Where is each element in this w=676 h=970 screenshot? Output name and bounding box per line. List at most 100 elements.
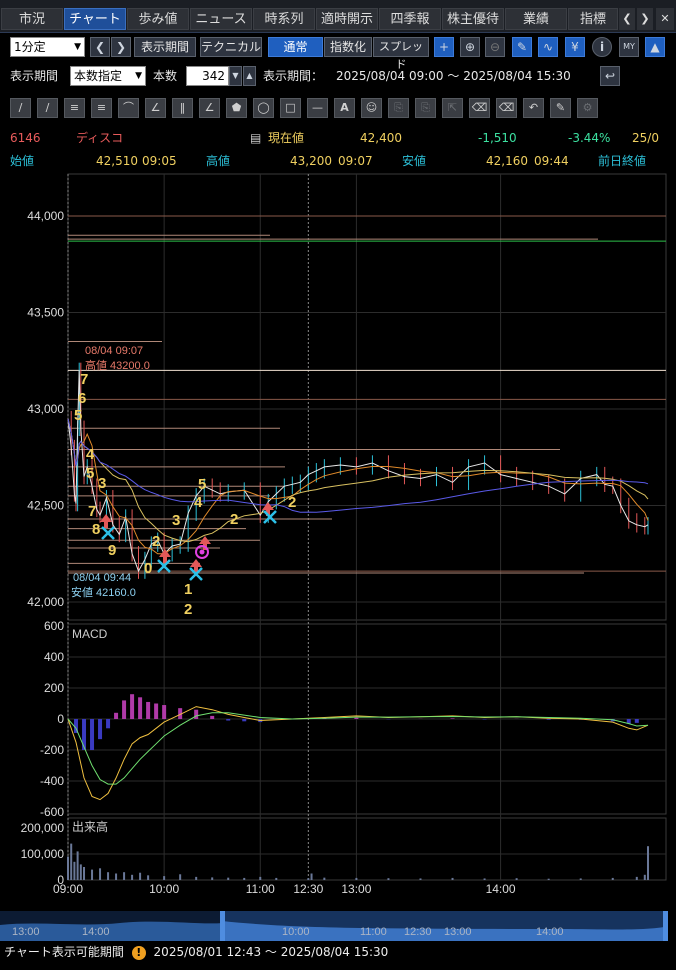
- high-time: 09:07: [338, 154, 373, 168]
- status-label: チャート表示可能期間: [4, 945, 124, 959]
- yen-icon[interactable]: ¥: [565, 37, 585, 57]
- interval-select[interactable]: 1分定 ▼: [10, 37, 85, 57]
- mode-spread-button[interactable]: スプレッド: [373, 37, 429, 71]
- vertical-lines-tool-icon[interactable]: ‖: [172, 98, 193, 118]
- macd-tick-label: 400: [44, 650, 64, 664]
- area-chart-icon[interactable]: ▲: [645, 37, 665, 57]
- tab-market[interactable]: 市況: [1, 8, 63, 30]
- mode-index-button[interactable]: 指数化: [324, 37, 372, 57]
- count-label: 0: [144, 560, 152, 577]
- tab-timeseries[interactable]: 時系列: [253, 8, 315, 30]
- my-chart-icon[interactable]: MY: [619, 37, 639, 57]
- warning-icon: !: [131, 946, 146, 960]
- period-label: 表示期間: [10, 69, 59, 83]
- emoji-tool-icon[interactable]: ☺: [361, 98, 382, 118]
- fan-tool-icon[interactable]: ∠: [145, 98, 166, 118]
- stepper-up-icon[interactable]: ▲: [243, 66, 256, 86]
- technical-button[interactable]: テクニカル: [200, 37, 262, 57]
- tab-benefits[interactable]: 株主優待: [442, 8, 504, 30]
- tab-news[interactable]: ニュース: [190, 8, 252, 30]
- tab-prev-icon[interactable]: ❮: [619, 8, 635, 30]
- scroller-label: 11:00: [360, 926, 387, 938]
- text-tool-icon[interactable]: A: [334, 98, 355, 118]
- zoom-in-icon[interactable]: ⊕: [460, 37, 480, 57]
- tab-next-icon[interactable]: ❯: [637, 8, 653, 30]
- copy-tool-icon[interactable]: ⎘: [388, 98, 409, 118]
- line-tool-icon[interactable]: —: [307, 98, 328, 118]
- zoom-out-icon[interactable]: ⊖: [485, 37, 505, 57]
- settings-tool-icon[interactable]: ⚙: [577, 98, 598, 118]
- volume-bar: [91, 869, 94, 880]
- pencil-icon[interactable]: ✎: [512, 37, 532, 57]
- count-label: 5: [74, 407, 82, 424]
- chart-line-icon[interactable]: ∿: [538, 37, 558, 57]
- count-label: 9: [108, 542, 116, 559]
- volume-bar: [419, 878, 422, 880]
- rectangle-tool-icon[interactable]: □: [280, 98, 301, 118]
- macd-histogram-bar: [226, 719, 231, 721]
- period-button[interactable]: 表示期間: [134, 37, 196, 57]
- horizontal-lines-tool-icon[interactable]: ≡: [64, 98, 85, 118]
- tab-earnings[interactable]: 業績: [505, 8, 567, 30]
- volume-bar: [483, 878, 486, 880]
- refresh-icon[interactable]: ↩: [600, 66, 620, 86]
- mode-normal-button[interactable]: 通常: [268, 37, 323, 57]
- time-tick-label: 13:00: [341, 882, 371, 896]
- undo-tool-icon[interactable]: ↶: [523, 98, 544, 118]
- prev-button[interactable]: ❮: [90, 37, 110, 57]
- interval-value: 1分定: [14, 40, 46, 54]
- arc-tool-icon[interactable]: ⌒: [118, 98, 139, 118]
- range-label: 表示期間：: [263, 69, 324, 83]
- tab-chart[interactable]: チャート: [64, 8, 126, 30]
- macd-histogram-bar: [154, 703, 159, 719]
- time-scroller[interactable]: 13:00 14:00 10:00 11:00 12:30 13:00 14:0…: [0, 911, 668, 941]
- macd-histogram-bar: [162, 705, 167, 719]
- macd-tick-label: -200: [40, 743, 64, 757]
- price-tick-label: 42,500: [27, 499, 64, 513]
- tab-indicators[interactable]: 指標: [568, 8, 618, 30]
- lock-tool-icon[interactable]: ✎: [550, 98, 571, 118]
- gann-tool-icon[interactable]: ∠: [199, 98, 220, 118]
- info-icon[interactable]: i: [592, 37, 612, 57]
- high-label: 高値: [206, 154, 231, 168]
- stepper-down-icon[interactable]: ▼: [229, 66, 242, 86]
- close-icon[interactable]: ✕: [656, 8, 674, 30]
- select-tool-icon[interactable]: ⇱: [442, 98, 463, 118]
- count-label: 2: [230, 511, 238, 528]
- tab-disclosure[interactable]: 適時開示: [316, 8, 378, 30]
- macd-histogram-bar: [82, 719, 87, 750]
- volume-tick-label: 200,000: [21, 821, 65, 835]
- tab-shikiho[interactable]: 四季報: [379, 8, 441, 30]
- volume-bar: [387, 878, 390, 880]
- price-chart[interactable]: 44,00043,50043,00042,50042,000MACD600400…: [0, 172, 676, 908]
- circle-tool-icon[interactable]: ◯: [253, 98, 274, 118]
- count-label: 3: [172, 512, 180, 529]
- erase-all-tool-icon[interactable]: ⌫: [496, 98, 517, 118]
- crosshair-icon[interactable]: +: [434, 37, 454, 57]
- volume-bar: [139, 872, 142, 880]
- count-input[interactable]: 342: [186, 66, 229, 86]
- volume-bar: [79, 864, 82, 880]
- volume-bar: [115, 873, 118, 880]
- status-range: 2025/08/01 12:43 ～ 2025/08/04 15:30: [153, 945, 389, 959]
- volume-bar: [211, 877, 214, 880]
- trendline-tool-icon[interactable]: ∕: [10, 98, 31, 118]
- volume-bar: [323, 877, 326, 880]
- pentagon-tool-icon[interactable]: ⬟: [226, 98, 247, 118]
- period-mode-select[interactable]: 本数指定 ▼: [70, 66, 146, 86]
- volume-bar: [547, 878, 550, 880]
- fibonacci-tool-icon[interactable]: ≡: [91, 98, 112, 118]
- low-price: 42,160: [486, 154, 528, 168]
- paste-tool-icon[interactable]: ⎘: [415, 98, 436, 118]
- next-button[interactable]: ❯: [111, 37, 131, 57]
- channel-tool-icon[interactable]: ∕: [37, 98, 58, 118]
- volume-bar: [647, 846, 649, 880]
- low-annotation-value: 安値 42160.0: [71, 585, 136, 599]
- count-label: 本数: [153, 69, 178, 83]
- volume-bar: [611, 877, 614, 880]
- eraser-tool-icon[interactable]: ⌫: [469, 98, 490, 118]
- tab-tick[interactable]: 歩み値: [127, 8, 189, 30]
- time-tick-label: 11:00: [246, 882, 275, 896]
- price-tick-label: 43,500: [27, 306, 64, 320]
- change-value: -1,510: [478, 131, 517, 145]
